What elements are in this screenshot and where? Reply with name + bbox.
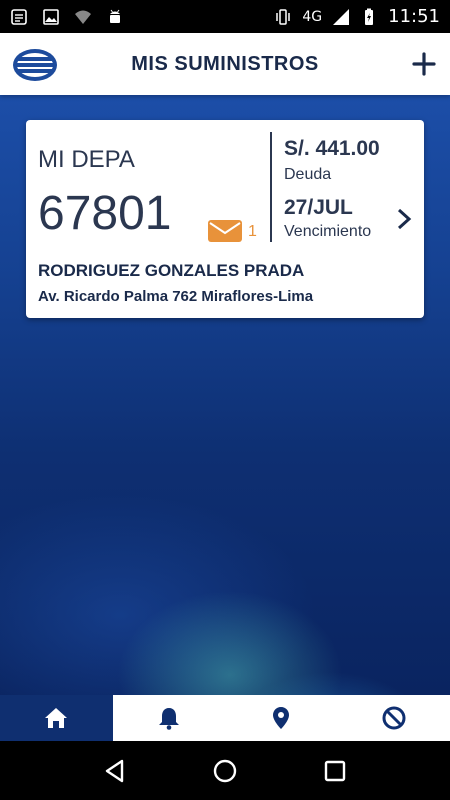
home-circle-icon[interactable] [212,758,238,784]
notification-icon [11,8,27,25]
supply-card[interactable]: MI DEPA 67801 1 S/. 441.00 Deuda 27/JUL … [26,120,424,318]
chevron-right-icon[interactable] [396,208,412,230]
company-logo [13,49,57,81]
due-date: 27/JUL [284,196,353,219]
battery-icon [365,8,374,25]
status-bar: 4G 11:51 [0,0,450,33]
due-label: Vencimiento [284,223,372,240]
card-divider [270,132,272,242]
bottom-nav [0,695,450,741]
account-holder: RODRIGUEZ GONZALES PRADA [38,261,305,280]
system-nav-bar [0,741,450,800]
nav-outages[interactable] [338,695,450,741]
page-title: MIS SUMINISTROS [131,52,319,75]
vibrate-icon [276,8,291,25]
nav-notifications[interactable] [113,695,226,741]
message-count-badge: 1 [248,223,257,240]
supply-name: MI DEPA [38,146,135,173]
clock: 11:51 [388,6,440,27]
image-icon [43,8,59,25]
debt-amount: S/. 441.00 [284,137,380,160]
status-right-icons: 4G 11:51 [274,6,440,27]
supply-address: Av. Ricardo Palma 762 Miraflores-Lima [38,288,314,305]
signal-icon [333,8,350,25]
home-icon [45,708,68,728]
location-pin-icon [273,707,290,729]
nav-home[interactable] [0,695,113,741]
network-type: 4G [302,8,323,25]
plus-icon[interactable] [410,50,438,78]
wifi-icon [75,10,91,24]
debt-label: Deuda [284,166,332,183]
back-icon[interactable] [102,758,128,784]
bell-icon [158,708,179,730]
nav-locations[interactable] [225,695,338,741]
android-icon [110,9,120,23]
app-header: MIS SUMINISTROS [0,33,450,95]
supply-number: 67801 [38,187,172,240]
status-left-icons [10,8,124,26]
envelope-icon [208,220,242,242]
recents-icon[interactable] [322,758,348,784]
block-icon [382,706,406,730]
